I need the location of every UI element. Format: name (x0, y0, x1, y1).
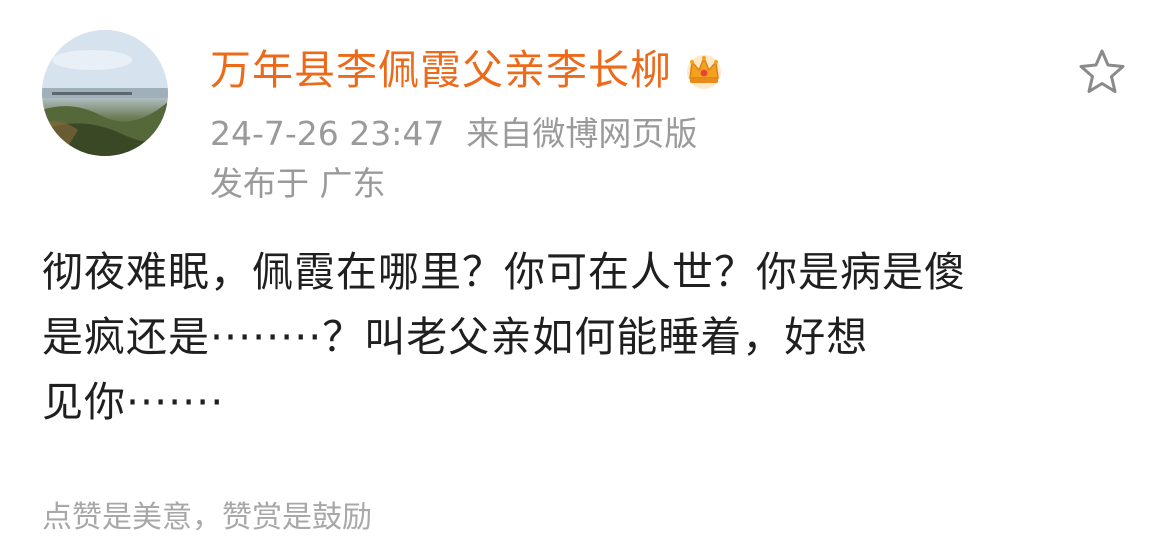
post-timestamp: 24-7-26 23:47 (210, 114, 445, 153)
post-location: 发布于 广东 (210, 164, 386, 203)
post-source: 来自微博网页版 (466, 114, 698, 153)
crown-icon (682, 48, 726, 92)
favorite-star-icon[interactable] (1076, 46, 1128, 98)
avatar-landscape-image (42, 30, 168, 156)
post-text-line: 彻夜难眠，佩霞在哪里？你可在人世？你是病是傻 (42, 248, 966, 296)
author-row: 万年县李佩霞父亲李长柳 (210, 40, 726, 100)
post-content: 彻夜难眠，佩霞在哪里？你可在人世？你是病是傻 是疯还是········？叫老父亲… (42, 240, 1132, 435)
avatar[interactable] (42, 30, 168, 156)
author-name[interactable]: 万年县李佩霞父亲李长柳 (210, 40, 672, 100)
reward-note: 点赞是美意，赞赏是鼓励 (42, 500, 372, 535)
post-text-line: 是疯还是········？叫老父亲如何能睡着，好想 (42, 313, 869, 361)
post-text-line: 见你······· (42, 378, 225, 426)
post-meta: 24-7-26 23:47 来自微博网页版 (210, 110, 697, 158)
weibo-post: 万年县李佩霞父亲李长柳 24-7-26 23:47 来自微博网页版 发布于 广东 … (0, 0, 1170, 549)
